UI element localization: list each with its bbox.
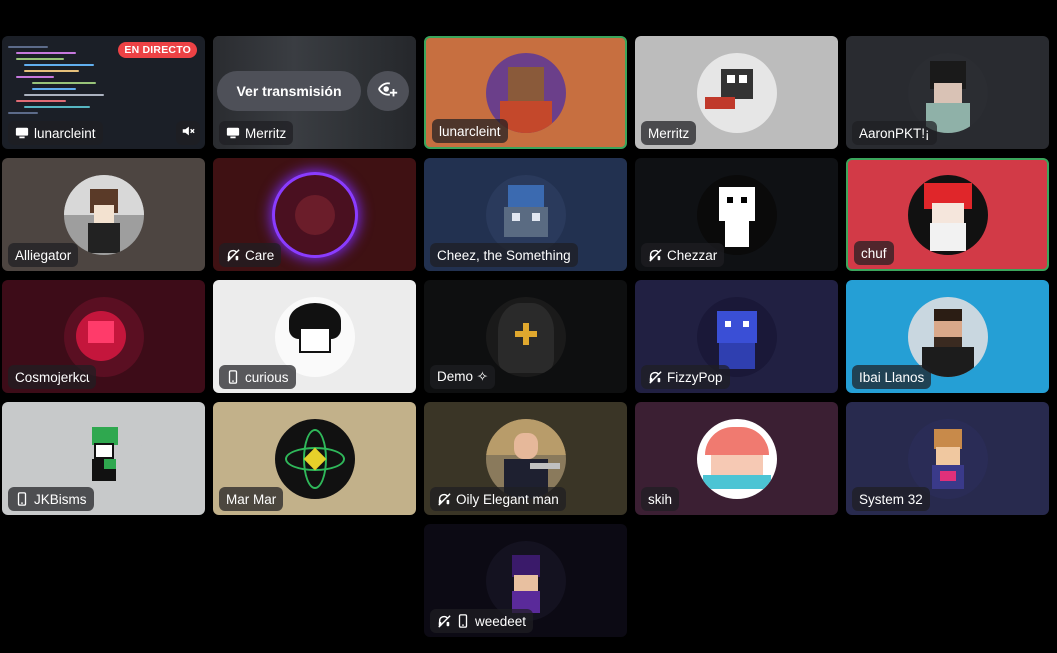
participant-name: chuf [861, 245, 887, 261]
participant-label: JKBisms [8, 487, 94, 511]
participant-name: Care [245, 247, 275, 263]
tile-cheez[interactable]: Cheez, the Something [424, 158, 627, 271]
participant-label: lunarcleint [432, 119, 508, 143]
avatar [274, 174, 355, 255]
tile-lunarcleint-stream[interactable]: EN DIRECTO lunarcleint [2, 36, 205, 149]
tile-cosmojerkci[interactable]: Cosmojerkcɩ [2, 280, 205, 393]
participant-label: Mar Mar [219, 487, 284, 511]
participant-label: FizzyPop [641, 365, 730, 389]
participant-label: System 32 [852, 487, 930, 511]
live-badge: EN DIRECTO [118, 42, 197, 58]
participant-name: lunarcleint [439, 123, 501, 139]
participant-name: Merritz [245, 125, 287, 141]
participant-name: Alliegator [15, 247, 72, 263]
tile-lunarcleint[interactable]: lunarcleint [424, 36, 627, 149]
participant-label: Ibai Llanos [852, 365, 932, 389]
participant-label: Merritz [641, 121, 697, 145]
participant-name: AaronPKT!¡ [859, 125, 930, 141]
tile-mar-mar[interactable]: Mar Mar [213, 402, 416, 515]
participant-name: Cheez, the Something [437, 247, 571, 263]
mobile-icon [456, 614, 470, 628]
participant-name: Cosmojerkcɩ [15, 369, 90, 385]
mobile-icon [226, 370, 240, 384]
tile-curious[interactable]: curious [213, 280, 416, 393]
participant-name: FizzyPop [667, 369, 723, 385]
eye-plus-icon [377, 78, 399, 105]
mobile-icon [15, 492, 29, 506]
participant-label: Merritz [219, 121, 294, 145]
watch-stream-popout-button[interactable] [367, 71, 409, 111]
participant-label: chuf [854, 241, 894, 265]
avatar [274, 418, 355, 499]
participant-name: Oily Elegant man [456, 491, 559, 507]
participant-name: Mar Mar [226, 491, 277, 507]
avatar [485, 296, 566, 377]
tile-aaronpkt[interactable]: AaronPKT!¡ [846, 36, 1049, 149]
participant-name: Ibai Llanos [859, 369, 925, 385]
tile-weedeet[interactable]: weedeet [424, 524, 627, 637]
deafened-icon [648, 248, 662, 262]
tile-fizzypop[interactable]: FizzyPop [635, 280, 838, 393]
tile-system-32[interactable]: System 32 [846, 402, 1049, 515]
participant-name: lunarcleint [34, 125, 96, 141]
deafened-icon [226, 248, 240, 262]
tile-care[interactable]: Care [213, 158, 416, 271]
participant-label: curious [219, 365, 296, 389]
participant-name: weedeet [475, 613, 527, 629]
participant-label: Oily Elegant man [430, 487, 566, 511]
participant-name: skih [648, 491, 673, 507]
participant-name: Demo ✧ [437, 369, 489, 384]
avatar [63, 174, 144, 255]
participant-label: Cheez, the Something [430, 243, 578, 267]
participant-label: Alliegator [8, 243, 79, 267]
participant-name: Chezzar [667, 247, 718, 263]
participant-name: curious [245, 369, 289, 385]
participant-name: Merritz [648, 125, 690, 141]
participant-label: weedeet [430, 609, 534, 633]
avatar [907, 174, 988, 255]
participant-label: Cosmojerkcɩ [8, 365, 97, 389]
tile-chuf[interactable]: chuf [846, 158, 1049, 271]
tile-ibai-llanos[interactable]: Ibai Llanos [846, 280, 1049, 393]
tile-chezzar[interactable]: Chezzar [635, 158, 838, 271]
deafened-icon [437, 614, 451, 628]
avatar [696, 52, 777, 133]
deafened-icon [437, 492, 451, 506]
participant-label: Demo ✧ [430, 365, 496, 389]
screen-share-icon [226, 126, 240, 140]
stream-volume-muted-button[interactable] [176, 121, 200, 145]
participant-label: lunarcleint [8, 121, 103, 145]
tile-merritz[interactable]: Merritz [635, 36, 838, 149]
participant-label: skih [641, 487, 680, 511]
screen-share-icon [15, 126, 29, 140]
participant-label: Care [219, 243, 282, 267]
participant-name: JKBisms [34, 491, 87, 507]
tile-merritz-stream[interactable]: Ver transmisión Merritz [213, 36, 416, 149]
tile-demo[interactable]: Demo ✧ [424, 280, 627, 393]
tile-alliegator[interactable]: Alliegator [2, 158, 205, 271]
avatar [696, 418, 777, 499]
participant-label: AaronPKT!¡ [852, 121, 937, 145]
watch-stream-button[interactable]: Ver transmisión [217, 71, 361, 111]
deafened-icon [648, 370, 662, 384]
tile-jkbisms[interactable]: JKBisms [2, 402, 205, 515]
speaker-muted-icon [181, 124, 195, 143]
participant-name: System 32 [859, 491, 923, 507]
tile-skih[interactable]: skih [635, 402, 838, 515]
participant-label: Chezzar [641, 243, 725, 267]
tile-oily-elegant-man[interactable]: Oily Elegant man [424, 402, 627, 515]
